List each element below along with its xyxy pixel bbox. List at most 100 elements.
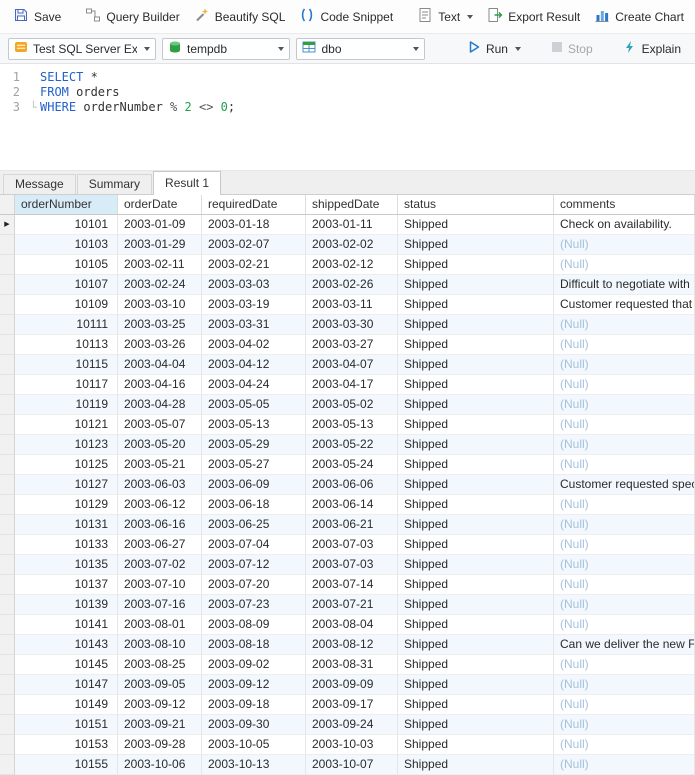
cell-orderDate[interactable]: 2003-04-04 <box>118 355 202 375</box>
cell-comments[interactable]: (Null) <box>554 235 695 255</box>
table-row[interactable]: 10139 2003-07-16 2003-07-23 2003-07-21 Shipp… <box>0 595 695 615</box>
cell-orderNumber[interactable]: 10103 <box>15 235 118 255</box>
cell-requiredDate[interactable]: 2003-06-25 <box>202 515 306 535</box>
table-row[interactable]: 10105 2003-02-11 2003-02-21 2003-02-12 Shipp… <box>0 255 695 275</box>
cell-status[interactable]: Shipped <box>398 315 554 335</box>
cell-comments[interactable]: (Null) <box>554 355 695 375</box>
cell-requiredDate[interactable]: 2003-08-18 <box>202 635 306 655</box>
cell-orderNumber[interactable]: 10149 <box>15 695 118 715</box>
row-selector[interactable] <box>0 255 15 275</box>
cell-requiredDate[interactable]: 2003-03-31 <box>202 315 306 335</box>
cell-orderNumber[interactable]: 10105 <box>15 255 118 275</box>
sql-editor[interactable]: 1 SELECT * 2 FROM orders 3 └ WHERE orderNumber… <box>0 64 695 170</box>
cell-requiredDate[interactable]: 2003-09-18 <box>202 695 306 715</box>
cell-comments[interactable]: Check on availability. <box>554 215 695 235</box>
cell-orderDate[interactable]: 2003-09-21 <box>118 715 202 735</box>
cell-comments[interactable]: Can we deliver the new Fo <box>554 635 695 655</box>
cell-orderDate[interactable]: 2003-10-06 <box>118 755 202 775</box>
cell-orderNumber[interactable]: 10135 <box>15 555 118 575</box>
row-selector[interactable] <box>0 755 15 775</box>
row-selector[interactable] <box>0 535 15 555</box>
cell-requiredDate[interactable]: 2003-06-09 <box>202 475 306 495</box>
cell-requiredDate[interactable]: 2003-02-07 <box>202 235 306 255</box>
cell-status[interactable]: Shipped <box>398 655 554 675</box>
cell-orderDate[interactable]: 2003-04-16 <box>118 375 202 395</box>
cell-comments[interactable]: (Null) <box>554 515 695 535</box>
cell-shippedDate[interactable]: 2003-05-02 <box>306 395 398 415</box>
cell-status[interactable]: Shipped <box>398 475 554 495</box>
row-selector[interactable] <box>0 315 15 335</box>
column-header-orderDate[interactable]: orderDate <box>118 195 202 214</box>
cell-shippedDate[interactable]: 2003-09-24 <box>306 715 398 735</box>
cell-shippedDate[interactable]: 2003-06-21 <box>306 515 398 535</box>
cell-requiredDate[interactable]: 2003-05-05 <box>202 395 306 415</box>
cell-orderNumber[interactable]: 10117 <box>15 375 118 395</box>
cell-comments[interactable]: (Null) <box>554 595 695 615</box>
cell-orderNumber[interactable]: 10133 <box>15 535 118 555</box>
cell-orderDate[interactable]: 2003-02-24 <box>118 275 202 295</box>
row-selector[interactable] <box>0 675 15 695</box>
cell-orderNumber[interactable]: 10113 <box>15 335 118 355</box>
save-button[interactable]: Save <box>6 2 68 31</box>
row-selector[interactable] <box>0 295 15 315</box>
cell-shippedDate[interactable]: 2003-05-13 <box>306 415 398 435</box>
cell-shippedDate[interactable]: 2003-03-30 <box>306 315 398 335</box>
cell-orderNumber[interactable]: 10143 <box>15 635 118 655</box>
cell-orderDate[interactable]: 2003-09-12 <box>118 695 202 715</box>
cell-status[interactable]: Shipped <box>398 495 554 515</box>
cell-comments[interactable]: (Null) <box>554 415 695 435</box>
tab-summary[interactable]: Summary <box>76 174 153 194</box>
row-selector[interactable] <box>0 435 15 455</box>
cell-shippedDate[interactable]: 2003-03-11 <box>306 295 398 315</box>
cell-orderDate[interactable]: 2003-03-10 <box>118 295 202 315</box>
cell-comments[interactable]: (Null) <box>554 735 695 755</box>
cell-shippedDate[interactable]: 2003-06-14 <box>306 495 398 515</box>
cell-requiredDate[interactable]: 2003-02-21 <box>202 255 306 275</box>
cell-status[interactable]: Shipped <box>398 435 554 455</box>
table-row[interactable]: 10109 2003-03-10 2003-03-19 2003-03-11 Shipp… <box>0 295 695 315</box>
cell-shippedDate[interactable]: 2003-08-04 <box>306 615 398 635</box>
cell-status[interactable]: Shipped <box>398 215 554 235</box>
cell-comments[interactable]: (Null) <box>554 255 695 275</box>
table-row[interactable]: 10151 2003-09-21 2003-09-30 2003-09-24 Shipp… <box>0 715 695 735</box>
cell-comments[interactable]: (Null) <box>554 435 695 455</box>
cell-orderDate[interactable]: 2003-03-25 <box>118 315 202 335</box>
cell-orderNumber[interactable]: 10139 <box>15 595 118 615</box>
cell-requiredDate[interactable]: 2003-03-19 <box>202 295 306 315</box>
cell-requiredDate[interactable]: 2003-04-02 <box>202 335 306 355</box>
cell-comments[interactable]: (Null) <box>554 615 695 635</box>
cell-comments[interactable]: (Null) <box>554 375 695 395</box>
cell-orderDate[interactable]: 2003-09-28 <box>118 735 202 755</box>
cell-status[interactable]: Shipped <box>398 675 554 695</box>
cell-orderDate[interactable]: 2003-06-03 <box>118 475 202 495</box>
cell-requiredDate[interactable]: 2003-07-23 <box>202 595 306 615</box>
cell-status[interactable]: Shipped <box>398 255 554 275</box>
cell-orderNumber[interactable]: 10129 <box>15 495 118 515</box>
server-select[interactable]: Test SQL Server Expres <box>8 37 156 60</box>
table-row[interactable]: 10111 2003-03-25 2003-03-31 2003-03-30 Shipp… <box>0 315 695 335</box>
row-selector[interactable] <box>0 655 15 675</box>
cell-comments[interactable]: Difficult to negotiate with <box>554 275 695 295</box>
table-row[interactable]: 10145 2003-08-25 2003-09-02 2003-08-31 Shipp… <box>0 655 695 675</box>
cell-orderDate[interactable]: 2003-05-07 <box>118 415 202 435</box>
cell-shippedDate[interactable]: 2003-03-27 <box>306 335 398 355</box>
cell-comments[interactable]: (Null) <box>554 395 695 415</box>
cell-orderDate[interactable]: 2003-08-10 <box>118 635 202 655</box>
cell-status[interactable]: Shipped <box>398 515 554 535</box>
table-row[interactable]: 10125 2003-05-21 2003-05-27 2003-05-24 Shipp… <box>0 455 695 475</box>
table-row[interactable]: 10133 2003-06-27 2003-07-04 2003-07-03 Shipp… <box>0 535 695 555</box>
row-selector[interactable] <box>0 475 15 495</box>
table-row[interactable]: 10131 2003-06-16 2003-06-25 2003-06-21 Shipp… <box>0 515 695 535</box>
cell-status[interactable]: Shipped <box>398 275 554 295</box>
cell-orderDate[interactable]: 2003-06-27 <box>118 535 202 555</box>
cell-status[interactable]: Shipped <box>398 335 554 355</box>
cell-requiredDate[interactable]: 2003-01-18 <box>202 215 306 235</box>
cell-shippedDate[interactable]: 2003-10-07 <box>306 755 398 775</box>
cell-status[interactable]: Shipped <box>398 295 554 315</box>
cell-comments[interactable]: Customer requested speci <box>554 475 695 495</box>
cell-orderDate[interactable]: 2003-01-09 <box>118 215 202 235</box>
cell-orderNumber[interactable]: 10119 <box>15 395 118 415</box>
cell-orderNumber[interactable]: 10109 <box>15 295 118 315</box>
cell-shippedDate[interactable]: 2003-09-17 <box>306 695 398 715</box>
cell-comments[interactable]: (Null) <box>554 575 695 595</box>
